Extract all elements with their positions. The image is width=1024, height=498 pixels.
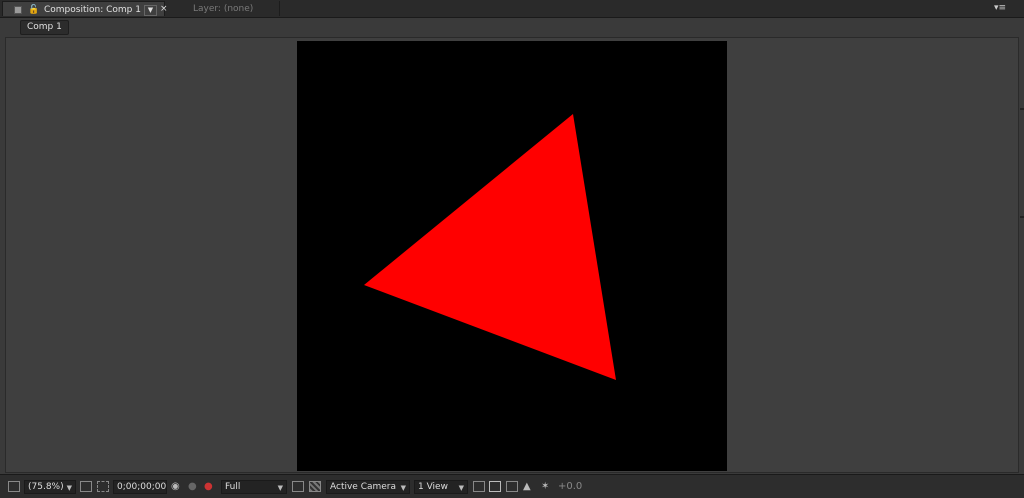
panel-menu-icon[interactable]: ▾≡	[994, 3, 1006, 13]
camera-view-dropdown[interactable]: Active Camera ▼	[326, 480, 410, 494]
show-snapshot-icon[interactable]: ●	[188, 480, 197, 494]
camera-snapshot-icon[interactable]: ◉	[171, 480, 180, 494]
grid-guides-icon[interactable]	[80, 481, 92, 492]
lock-icon[interactable]: 🔓	[28, 6, 39, 15]
magnification-dropdown[interactable]: (75.8%) ▼	[24, 480, 76, 494]
composition-canvas[interactable]	[297, 41, 727, 471]
breadcrumb-comp[interactable]: Comp 1	[20, 20, 69, 35]
panel-edge-marker	[1020, 216, 1024, 218]
exposure-value[interactable]: +0.0	[558, 480, 582, 494]
reset-exposure-icon[interactable]: ✶	[541, 480, 549, 494]
canvas-artwork	[364, 114, 616, 380]
region-of-interest-icon[interactable]	[97, 481, 109, 492]
view-layout-dropdown[interactable]: 1 View ▼	[414, 480, 468, 494]
resolution-dropdown[interactable]: Full ▼	[221, 480, 287, 494]
tab-layer[interactable]: Layer: (none)	[167, 1, 280, 16]
chevron-down-icon: ▼	[66, 484, 72, 492]
camera-view-value: Active Camera	[330, 482, 397, 492]
magnification-value: (75.8%)	[28, 482, 64, 492]
composition-dropdown-icon[interactable]: ▼	[144, 5, 157, 16]
red-triangle-shape[interactable]	[364, 114, 616, 380]
composition-navigator: Comp 1	[0, 18, 1024, 35]
chevron-down-icon: ▼	[277, 484, 283, 492]
chevron-down-icon: ▼	[400, 484, 406, 492]
toggle-pixel-aspect-icon[interactable]	[473, 481, 485, 492]
fast-previews-icon[interactable]	[292, 481, 304, 492]
transparency-grid-icon[interactable]	[309, 481, 321, 492]
panel-edge-marker	[1020, 108, 1024, 110]
resolution-value: Full	[225, 482, 241, 492]
fast-preview-toggle-icon[interactable]	[489, 481, 501, 492]
panel-grip-icon[interactable]	[14, 6, 22, 14]
timeline-icon[interactable]	[506, 481, 518, 492]
panel-tab-bar: 🔓 Composition: Comp 1 ▼ × Layer: (none) …	[0, 0, 1024, 18]
always-preview-icon[interactable]	[8, 481, 20, 492]
tab-layer-label: Layer: (none)	[193, 4, 254, 14]
current-time-field[interactable]: 0;00;00;00	[113, 480, 167, 494]
chevron-down-icon: ▼	[458, 484, 464, 492]
flowchart-icon[interactable]: ▲	[523, 480, 531, 494]
tab-composition[interactable]: 🔓 Composition: Comp 1 ▼ ×	[2, 1, 168, 16]
view-layout-value: 1 View	[418, 482, 448, 492]
tab-composition-label: Composition: Comp 1	[44, 5, 141, 15]
viewer-toolbar: (75.8%) ▼ 0;00;00;00 ◉ ● ● Full ▼ Active…	[0, 474, 1024, 498]
color-channel-icon[interactable]: ●	[204, 480, 213, 494]
